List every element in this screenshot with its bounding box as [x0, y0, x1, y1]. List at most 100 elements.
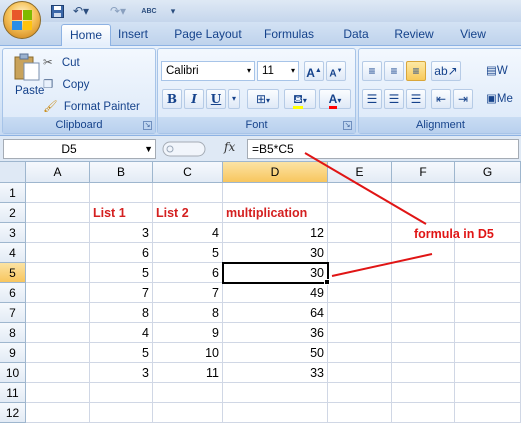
- cell-d12[interactable]: [223, 403, 328, 423]
- shrink-font-button[interactable]: A▼: [326, 61, 346, 81]
- row-header-12[interactable]: 12: [0, 403, 26, 423]
- cell-e9[interactable]: [328, 343, 392, 363]
- cell-d7[interactable]: 64: [223, 303, 328, 323]
- cell-b7[interactable]: 8: [90, 303, 153, 323]
- merge-center-button[interactable]: ▣Me: [486, 91, 513, 105]
- cell-e1[interactable]: [328, 183, 392, 203]
- cell-c10[interactable]: 11: [153, 363, 223, 383]
- name-box[interactable]: D5 ▼: [3, 139, 156, 159]
- italic-button[interactable]: I: [184, 89, 204, 109]
- select-all-corner[interactable]: [0, 162, 26, 183]
- cell-g7[interactable]: [455, 303, 521, 323]
- row-header-3[interactable]: 3: [0, 223, 26, 243]
- cell-f7[interactable]: [392, 303, 455, 323]
- cell-c7[interactable]: 8: [153, 303, 223, 323]
- cell-e11[interactable]: [328, 383, 392, 403]
- cell-g2[interactable]: [455, 203, 521, 223]
- column-header-b[interactable]: B: [90, 162, 153, 183]
- cell-a1[interactable]: [26, 183, 90, 203]
- font-launcher-icon[interactable]: ↘: [343, 121, 352, 130]
- cell-f5[interactable]: [392, 263, 455, 283]
- cell-b12[interactable]: [90, 403, 153, 423]
- column-header-e[interactable]: E: [328, 162, 392, 183]
- cell-g9[interactable]: [455, 343, 521, 363]
- cell-b6[interactable]: 7: [90, 283, 153, 303]
- cell-f1[interactable]: [392, 183, 455, 203]
- formula-input[interactable]: =B5*C5: [247, 139, 519, 159]
- cell-f10[interactable]: [392, 363, 455, 383]
- cell-f2[interactable]: [392, 203, 455, 223]
- row-header-4[interactable]: 4: [0, 243, 26, 263]
- column-header-f[interactable]: F: [392, 162, 455, 183]
- cell-b2[interactable]: List 1: [90, 203, 153, 223]
- font-color-button[interactable]: A▾: [319, 89, 351, 109]
- fill-handle[interactable]: [324, 279, 330, 285]
- cell-c6[interactable]: 7: [153, 283, 223, 303]
- format-painter-button[interactable]: 🖌 Format Painter: [43, 99, 140, 113]
- align-left-button[interactable]: ☰: [362, 89, 382, 109]
- cell-a7[interactable]: [26, 303, 90, 323]
- borders-button[interactable]: ⊞▾: [247, 89, 279, 109]
- row-header-1[interactable]: 1: [0, 183, 26, 203]
- cell-g4[interactable]: [455, 243, 521, 263]
- cell-g10[interactable]: [455, 363, 521, 383]
- cell-a4[interactable]: [26, 243, 90, 263]
- cell-d3[interactable]: 12: [223, 223, 328, 243]
- bold-button[interactable]: B: [162, 89, 182, 109]
- row-header-5[interactable]: 5: [0, 263, 26, 283]
- row-header-2[interactable]: 2: [0, 203, 26, 223]
- align-center-button[interactable]: ☰: [384, 89, 404, 109]
- cell-g1[interactable]: [455, 183, 521, 203]
- wrap-text-button[interactable]: ▤W: [486, 63, 508, 77]
- redo-icon[interactable]: ↷▾: [104, 3, 132, 19]
- cell-a11[interactable]: [26, 383, 90, 403]
- cell-c12[interactable]: [153, 403, 223, 423]
- align-middle-button[interactable]: ≡: [384, 61, 404, 81]
- cell-c11[interactable]: [153, 383, 223, 403]
- paste-button[interactable]: Paste: [10, 53, 44, 99]
- cell-e2[interactable]: [328, 203, 392, 223]
- cell-c3[interactable]: 4: [153, 223, 223, 243]
- cell-a2[interactable]: [26, 203, 90, 223]
- orientation-button[interactable]: ab↗: [431, 61, 461, 81]
- decrease-indent-button[interactable]: ⇤: [431, 89, 451, 109]
- cell-b4[interactable]: 6: [90, 243, 153, 263]
- cell-c2[interactable]: List 2: [153, 203, 223, 223]
- cell-f12[interactable]: [392, 403, 455, 423]
- cell-e8[interactable]: [328, 323, 392, 343]
- cell-e4[interactable]: [328, 243, 392, 263]
- cell-f9[interactable]: [392, 343, 455, 363]
- cell-c8[interactable]: 9: [153, 323, 223, 343]
- row-header-9[interactable]: 9: [0, 343, 26, 363]
- cell-g11[interactable]: [455, 383, 521, 403]
- column-header-a[interactable]: A: [26, 162, 90, 183]
- cell-g6[interactable]: [455, 283, 521, 303]
- cell-d1[interactable]: [223, 183, 328, 203]
- cell-f11[interactable]: [392, 383, 455, 403]
- cell-e6[interactable]: [328, 283, 392, 303]
- cell-b11[interactable]: [90, 383, 153, 403]
- cell-b8[interactable]: 4: [90, 323, 153, 343]
- underline-button[interactable]: U: [206, 89, 226, 109]
- cell-e10[interactable]: [328, 363, 392, 383]
- column-header-d[interactable]: D: [223, 162, 328, 183]
- cell-a12[interactable]: [26, 403, 90, 423]
- cut-button[interactable]: ✂ Cut: [43, 55, 80, 69]
- cell-c5[interactable]: 6: [153, 263, 223, 283]
- save-icon[interactable]: [49, 3, 65, 19]
- cell-a9[interactable]: [26, 343, 90, 363]
- cell-d5[interactable]: 30: [223, 263, 328, 283]
- customize-qat-icon[interactable]: ▾: [167, 3, 179, 19]
- tab-home[interactable]: Home: [61, 24, 111, 46]
- tab-review[interactable]: Review: [388, 24, 440, 46]
- undo-icon[interactable]: ↶▾: [71, 3, 91, 19]
- clipboard-launcher-icon[interactable]: ↘: [143, 121, 152, 130]
- font-size-select[interactable]: 11 ▾: [257, 61, 299, 81]
- cell-d11[interactable]: [223, 383, 328, 403]
- tab-view[interactable]: View: [452, 24, 494, 46]
- cell-b9[interactable]: 5: [90, 343, 153, 363]
- font-name-select[interactable]: Calibri ▾: [161, 61, 255, 81]
- cell-g5[interactable]: [455, 263, 521, 283]
- cell-b1[interactable]: [90, 183, 153, 203]
- increase-indent-button[interactable]: ⇥: [453, 89, 473, 109]
